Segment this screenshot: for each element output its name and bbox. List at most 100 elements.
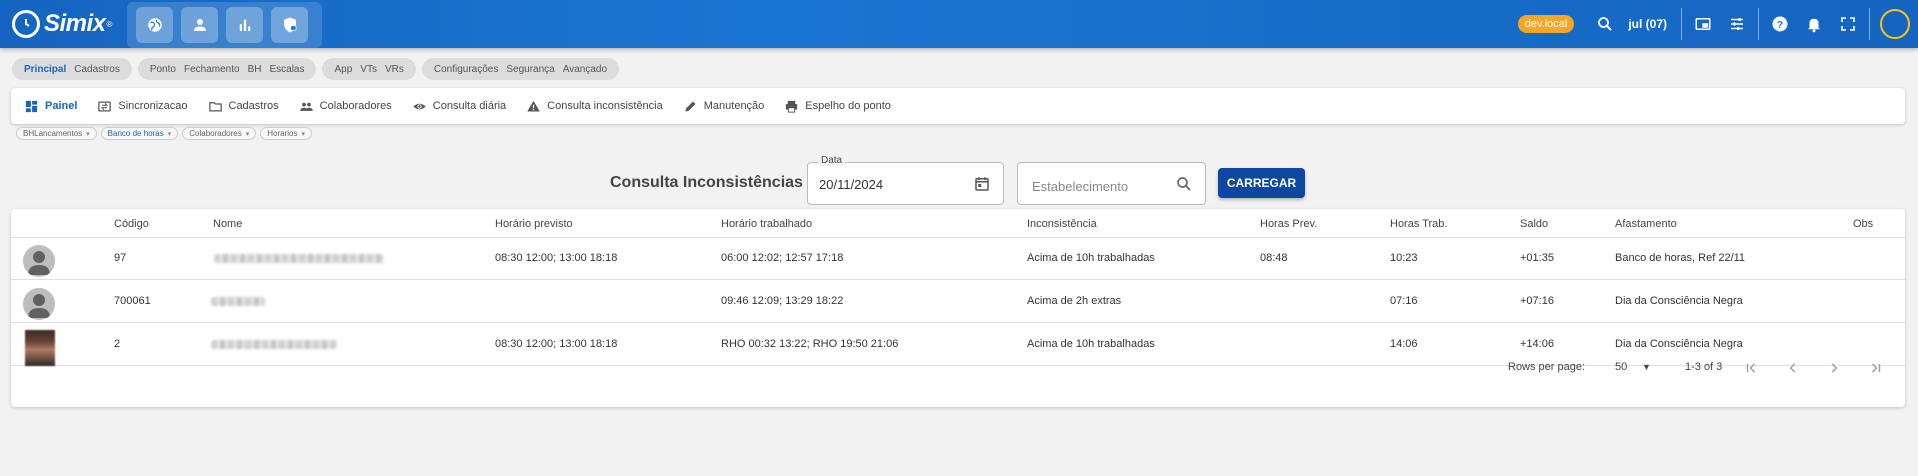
sliders-icon[interactable]	[1720, 0, 1754, 48]
cell-codigo: 700061	[114, 295, 151, 307]
pencil-icon	[685, 101, 696, 111]
menu-item-consulta-inconsistencia[interactable]: Consulta inconsistência	[526, 99, 663, 114]
module-tabs: Principal Cadastros Ponto Fechamento BH …	[12, 58, 620, 80]
bar-chart-icon[interactable]	[226, 7, 263, 43]
column-header-obs[interactable]: Obs	[1853, 218, 1873, 230]
chevron-down-icon[interactable]: ▾	[168, 130, 172, 138]
pagination-range: 1-3 of 3	[1685, 361, 1723, 373]
cell-horas-trab: 07:16	[1390, 295, 1418, 307]
menu-label: Manutenção	[703, 100, 765, 112]
picture-in-picture-icon[interactable]	[1686, 0, 1720, 48]
module-group-app: App VTs VRs	[322, 58, 416, 80]
menu-label: Consulta diária	[432, 100, 507, 112]
cell-horario-trabalhado: 09:46 12:09; 13:29 18:22	[721, 295, 844, 307]
tab-bh[interactable]: BH	[248, 64, 262, 75]
date-field-label: Data	[818, 155, 846, 166]
top-app-bar: Simix ® dev.local jul (07) ?	[0, 0, 1918, 48]
search-icon[interactable]	[1588, 0, 1622, 48]
column-header-horas-trab[interactable]: Horas Trab.	[1390, 218, 1447, 230]
cell-horas-trab: 10:23	[1390, 252, 1418, 264]
calendar-icon[interactable]	[973, 175, 991, 193]
tab-vrs[interactable]: VRs	[385, 64, 404, 75]
date-field-value[interactable]: 20/11/2024	[819, 177, 883, 192]
menu-item-cadastros[interactable]: Cadastros	[208, 99, 279, 114]
column-header-nome[interactable]: Nome	[213, 218, 242, 230]
column-header-horas-prev[interactable]: Horas Prev.	[1260, 218, 1317, 230]
tab-app[interactable]: App	[334, 64, 352, 75]
chevron-down-icon[interactable]: ▼	[1642, 362, 1651, 372]
printer-icon	[786, 100, 798, 113]
tab-vts[interactable]: VTs	[360, 64, 377, 75]
avatar	[23, 288, 55, 320]
divider	[1869, 8, 1870, 40]
person-icon[interactable]	[181, 7, 218, 43]
chip-bhlancamentos[interactable]: BHLancamentos ▾	[16, 127, 97, 140]
chevron-down-icon[interactable]: ▾	[246, 130, 250, 138]
user-avatar[interactable]	[1880, 9, 1910, 39]
redacted-name	[211, 297, 265, 306]
estabelecimento-field[interactable]	[1017, 162, 1206, 205]
menu-item-manutencao[interactable]: Manutenção	[683, 99, 765, 114]
divider	[1758, 8, 1759, 40]
menu-label: Consulta inconsistência	[547, 100, 663, 112]
period-selector[interactable]: jul (07)	[1628, 17, 1667, 31]
chip-horarios[interactable]: Horarios ▾	[260, 127, 312, 140]
tab-avancado[interactable]: Avançado	[563, 64, 607, 75]
toolbar-right: dev.local jul (07) ?	[1517, 0, 1918, 48]
rows-per-page-select[interactable]: 50	[1615, 361, 1627, 373]
tab-escalas[interactable]: Escalas	[269, 64, 304, 75]
menu-label: Sincronizacao	[118, 100, 188, 112]
column-header-horario-previsto[interactable]: Horário previsto	[495, 218, 573, 230]
open-tabs-chips: BHLancamentos ▾ Banco de horas ▾ Colaborad…	[16, 127, 312, 140]
chevron-down-icon[interactable]: ▾	[301, 130, 305, 138]
tab-principal[interactable]: Principal	[24, 64, 66, 75]
table-row[interactable]: 97 08:30 12:00; 13:00 18:18 06:00 12:02;…	[11, 238, 1905, 280]
previous-page-icon[interactable]	[1783, 358, 1803, 378]
bell-icon[interactable]	[1797, 0, 1831, 48]
redacted-name	[214, 254, 384, 263]
help-icon[interactable]: ?	[1763, 0, 1797, 48]
environment-badge: dev.local	[1517, 15, 1575, 33]
globe-icon[interactable]	[136, 7, 173, 43]
chip-colaboradores[interactable]: Colaboradores ▾	[182, 127, 257, 140]
column-header-inconsistencia[interactable]: Inconsistência	[1027, 218, 1097, 230]
module-switcher	[127, 2, 322, 48]
simix-logo[interactable]: Simix ®	[12, 10, 112, 38]
tab-seguranca[interactable]: Segurança	[506, 64, 554, 75]
logo-registered-mark: ®	[106, 19, 113, 29]
estabelecimento-input[interactable]	[1032, 179, 1162, 194]
column-header-codigo[interactable]: Código	[114, 218, 149, 230]
tab-ponto[interactable]: Ponto	[150, 64, 176, 75]
next-page-icon[interactable]	[1824, 358, 1844, 378]
menu-item-espelho-do-ponto[interactable]: Espelho do ponto	[784, 99, 891, 114]
load-button[interactable]: CARREGAR	[1218, 168, 1305, 198]
tab-configuracoes[interactable]: Configurações	[434, 64, 498, 75]
menu-item-painel[interactable]: Painel	[24, 99, 77, 114]
menu-label: Painel	[45, 100, 78, 112]
eye-icon	[413, 103, 426, 109]
first-page-icon[interactable]	[1741, 358, 1761, 378]
last-page-icon[interactable]	[1866, 358, 1886, 378]
cell-afastamento: Banco de horas, Ref 22/11	[1615, 252, 1746, 264]
logo-text: Simix	[44, 10, 106, 37]
table-row[interactable]: 700061 09:46 12:09; 13:29 18:22 Acima de…	[11, 281, 1905, 323]
chip-banco-de-horas[interactable]: Banco de horas ▾	[100, 127, 179, 140]
tab-fechamento[interactable]: Fechamento	[184, 64, 240, 75]
date-field[interactable]: Data 20/11/2024	[807, 155, 1004, 205]
shield-lock-icon[interactable]	[271, 7, 308, 43]
sync-icon	[98, 101, 112, 111]
people-icon	[299, 102, 313, 111]
fullscreen-icon[interactable]	[1831, 0, 1865, 48]
column-header-horario-trabalhado[interactable]: Horário trabalhado	[721, 218, 812, 230]
module-group-principal: Principal Cadastros	[12, 58, 132, 80]
redacted-name	[211, 340, 337, 349]
menu-item-sincronizacao[interactable]: Sincronizacao	[97, 99, 188, 114]
column-header-afastamento[interactable]: Afastamento	[1615, 218, 1677, 230]
column-header-saldo[interactable]: Saldo	[1520, 218, 1548, 230]
menu-item-colaboradores[interactable]: Colaboradores	[299, 99, 392, 114]
menu-item-consulta-diaria[interactable]: Consulta diária	[412, 99, 506, 114]
module-group-config: Configurações Segurança Avançado	[421, 58, 620, 80]
search-icon[interactable]	[1175, 175, 1193, 193]
tab-cadastros[interactable]: Cadastros	[74, 64, 120, 75]
chevron-down-icon[interactable]: ▾	[86, 130, 90, 138]
